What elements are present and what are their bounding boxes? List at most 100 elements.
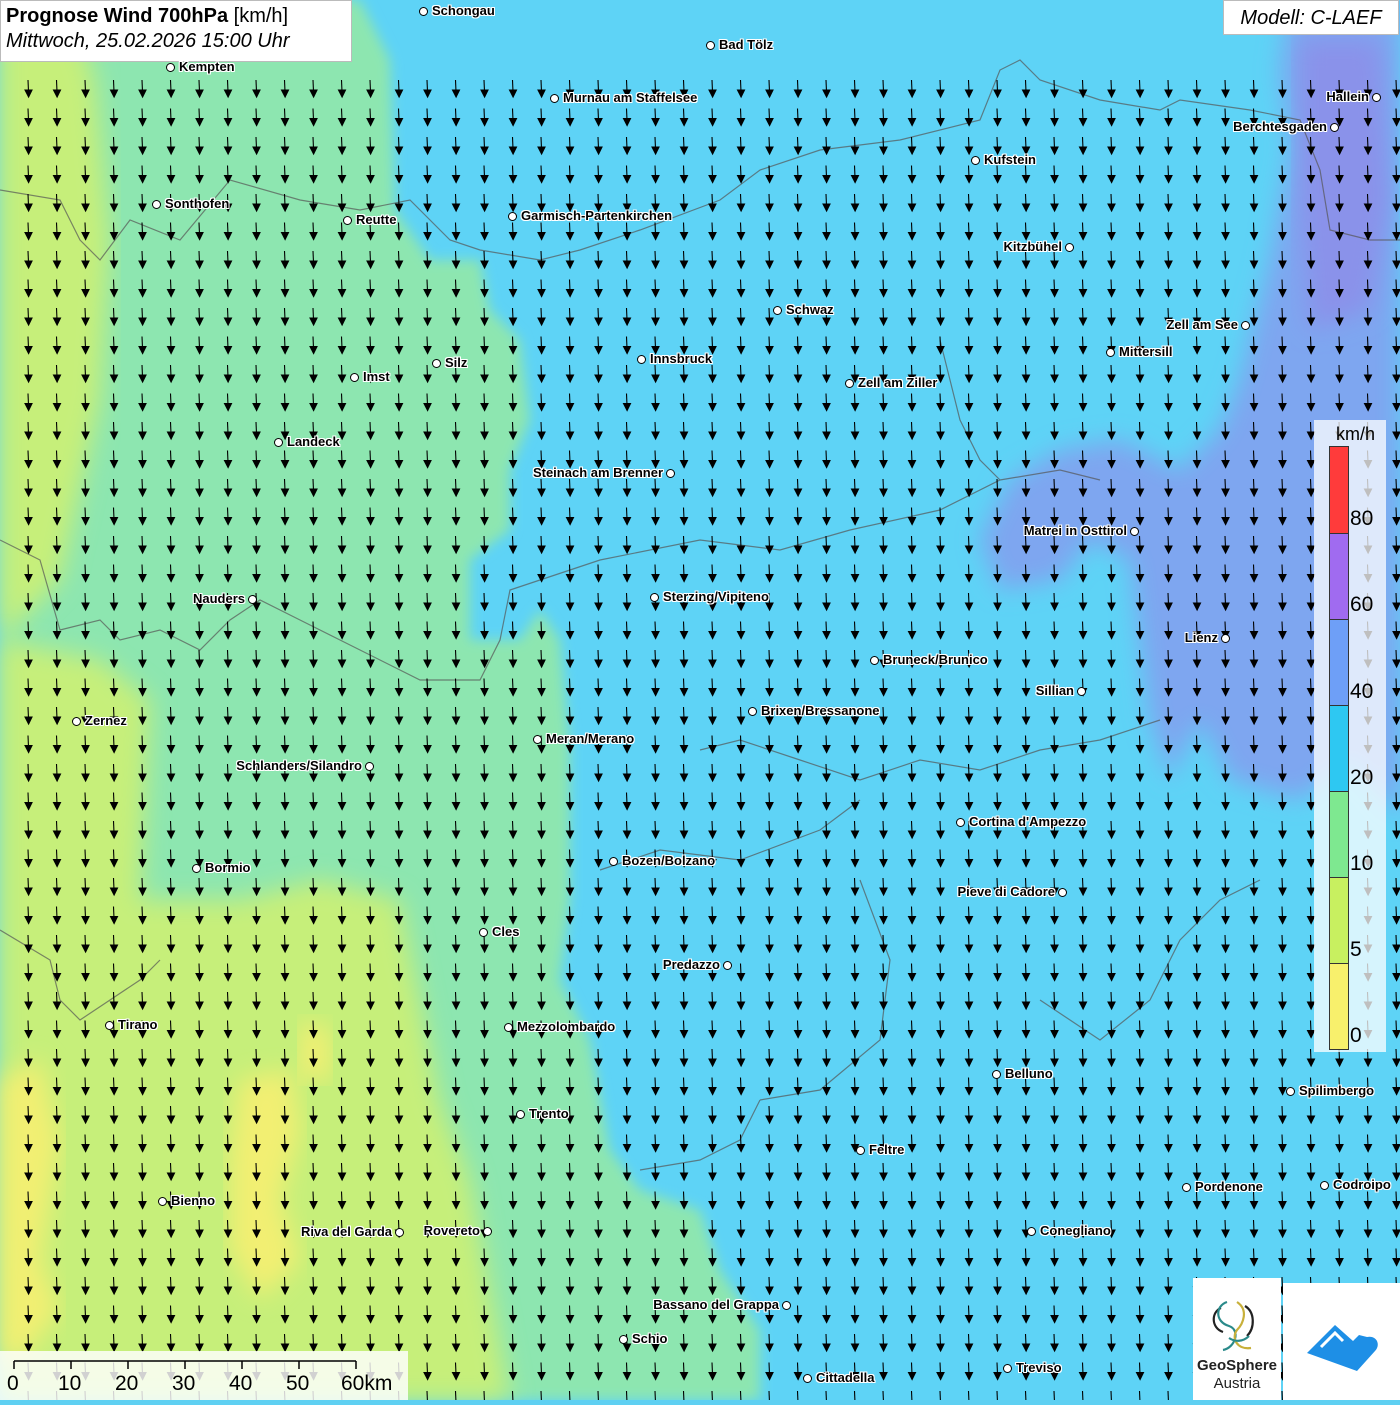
- city-label: Pieve di Cadore: [957, 884, 1055, 899]
- city-label: Bassano del Grappa: [653, 1297, 779, 1312]
- model-label: Modell: C-LAEF: [1223, 0, 1399, 35]
- legend-color-segment: [1330, 447, 1348, 533]
- wind-arrow: [1024, 1390, 1027, 1400]
- wind-arrow: [939, 1390, 941, 1400]
- city-marker: [1221, 634, 1230, 643]
- city-marker: [504, 1023, 513, 1032]
- city-label: Sterzing/Vipiteno: [663, 589, 769, 604]
- city-label: Reutte: [356, 212, 397, 227]
- city-marker: [1077, 687, 1086, 696]
- city-label: Kufstein: [984, 152, 1036, 167]
- wind-arrow: [511, 1390, 514, 1400]
- city-marker: [432, 359, 441, 368]
- city-marker: [723, 961, 732, 970]
- city-marker: [516, 1110, 525, 1119]
- legend-label: 60: [1350, 593, 1374, 616]
- city-label: Bienno: [171, 1193, 216, 1208]
- app-logo-tile[interactable]: [1283, 1283, 1400, 1400]
- city-marker: [1003, 1364, 1012, 1373]
- city-label: Pordenone: [1195, 1179, 1263, 1194]
- wind-arrow: [1110, 1390, 1112, 1400]
- wind-arrow: [739, 1390, 742, 1400]
- wind-arrow: [853, 1390, 856, 1400]
- city-marker: [706, 41, 715, 50]
- city-marker: [803, 1374, 812, 1383]
- city-marker: [666, 469, 675, 478]
- city-label: Codroipo: [1333, 1177, 1391, 1192]
- city-label: Rovereto: [423, 1223, 480, 1238]
- wind-arrow: [967, 1390, 970, 1400]
- city-label: Steinach am Brenner: [532, 465, 663, 480]
- city-marker: [158, 1197, 167, 1206]
- wind-arrow: [711, 1390, 713, 1400]
- forecast-unit: [km/h]: [233, 5, 289, 27]
- city-marker: [992, 1070, 1001, 1079]
- city-marker: [1241, 321, 1250, 330]
- wind-arrow: [682, 1390, 685, 1400]
- wind-arrow: [768, 1390, 770, 1400]
- legend-unit: km/h: [1336, 424, 1376, 444]
- city-marker: [1058, 888, 1067, 897]
- city-marker: [782, 1301, 791, 1310]
- geosphere-emblem-icon: [1212, 1300, 1254, 1352]
- city-marker: [1286, 1087, 1295, 1096]
- city-label: Conegliano: [1040, 1223, 1111, 1238]
- legend-color-segment: [1330, 791, 1348, 877]
- legend-label: 20: [1350, 766, 1374, 789]
- city-marker: [1027, 1227, 1036, 1236]
- city-marker: [619, 1335, 628, 1344]
- city-marker: [1106, 348, 1115, 357]
- scale-tick-0: 0: [7, 1372, 19, 1395]
- scale-tick-20: 20: [115, 1372, 139, 1395]
- city-label: Mezzolombardo: [517, 1019, 616, 1034]
- city-marker: [1320, 1181, 1329, 1190]
- city-marker: [274, 438, 283, 447]
- city-label: Spilimbergo: [1299, 1083, 1375, 1098]
- scale-bar: 0 10 20 30 40 50 60km: [0, 1351, 408, 1400]
- city-label: Zell am Ziller: [858, 375, 938, 390]
- city-marker: [1182, 1183, 1191, 1192]
- city-label: Imst: [363, 369, 390, 384]
- city-label: Kitzbühel: [1003, 239, 1063, 254]
- scale-tick-30: 30: [172, 1372, 196, 1395]
- city-label: Cortina d'Ampezzo: [969, 814, 1087, 829]
- city-label: Tirano: [118, 1017, 158, 1032]
- wind-arrow: [568, 1390, 571, 1400]
- wind-arrow: [625, 1390, 628, 1400]
- city-label: Meran/Merano: [546, 731, 635, 746]
- city-marker: [870, 656, 879, 665]
- city-marker: [533, 735, 542, 744]
- city-marker: [479, 928, 488, 937]
- city-label: Bad Tölz: [719, 37, 774, 52]
- city-label: Riva del Garda: [300, 1224, 392, 1239]
- geosphere-name: GeoSphere: [1196, 1357, 1278, 1374]
- legend-label: 10: [1350, 852, 1374, 875]
- city-marker: [845, 379, 854, 388]
- city-label: Silz: [445, 355, 468, 370]
- geosphere-subtitle: Austria: [1213, 1375, 1261, 1392]
- legend-color-segment: [1330, 705, 1348, 791]
- city-marker: [419, 7, 428, 16]
- city-marker: [1330, 123, 1339, 132]
- city-marker: [650, 593, 659, 602]
- city-marker: [1065, 243, 1074, 252]
- city-marker: [248, 595, 257, 604]
- wind-arrow: [454, 1390, 457, 1400]
- wind-arrow: [426, 1390, 428, 1400]
- wind-arrow: [796, 1390, 799, 1400]
- city-label: Murnau am Staffelsee: [563, 90, 698, 105]
- city-label: Bormio: [205, 860, 251, 875]
- wind-arrow: [654, 1390, 656, 1400]
- city-label: Zernez: [85, 713, 127, 728]
- legend-color-segment: [1330, 877, 1348, 963]
- geosphere-logo[interactable]: GeoSphere Austria: [1193, 1278, 1281, 1400]
- city-marker: [72, 717, 81, 726]
- city-marker: [550, 94, 559, 103]
- city-label: Cittadella: [816, 1370, 875, 1385]
- city-label: Schio: [632, 1331, 668, 1346]
- city-marker: [365, 762, 374, 771]
- legend-label: 5: [1350, 938, 1362, 961]
- mountain-cloud-icon: [1307, 1325, 1378, 1371]
- city-marker: [508, 212, 517, 221]
- city-label: Mittersill: [1119, 344, 1173, 359]
